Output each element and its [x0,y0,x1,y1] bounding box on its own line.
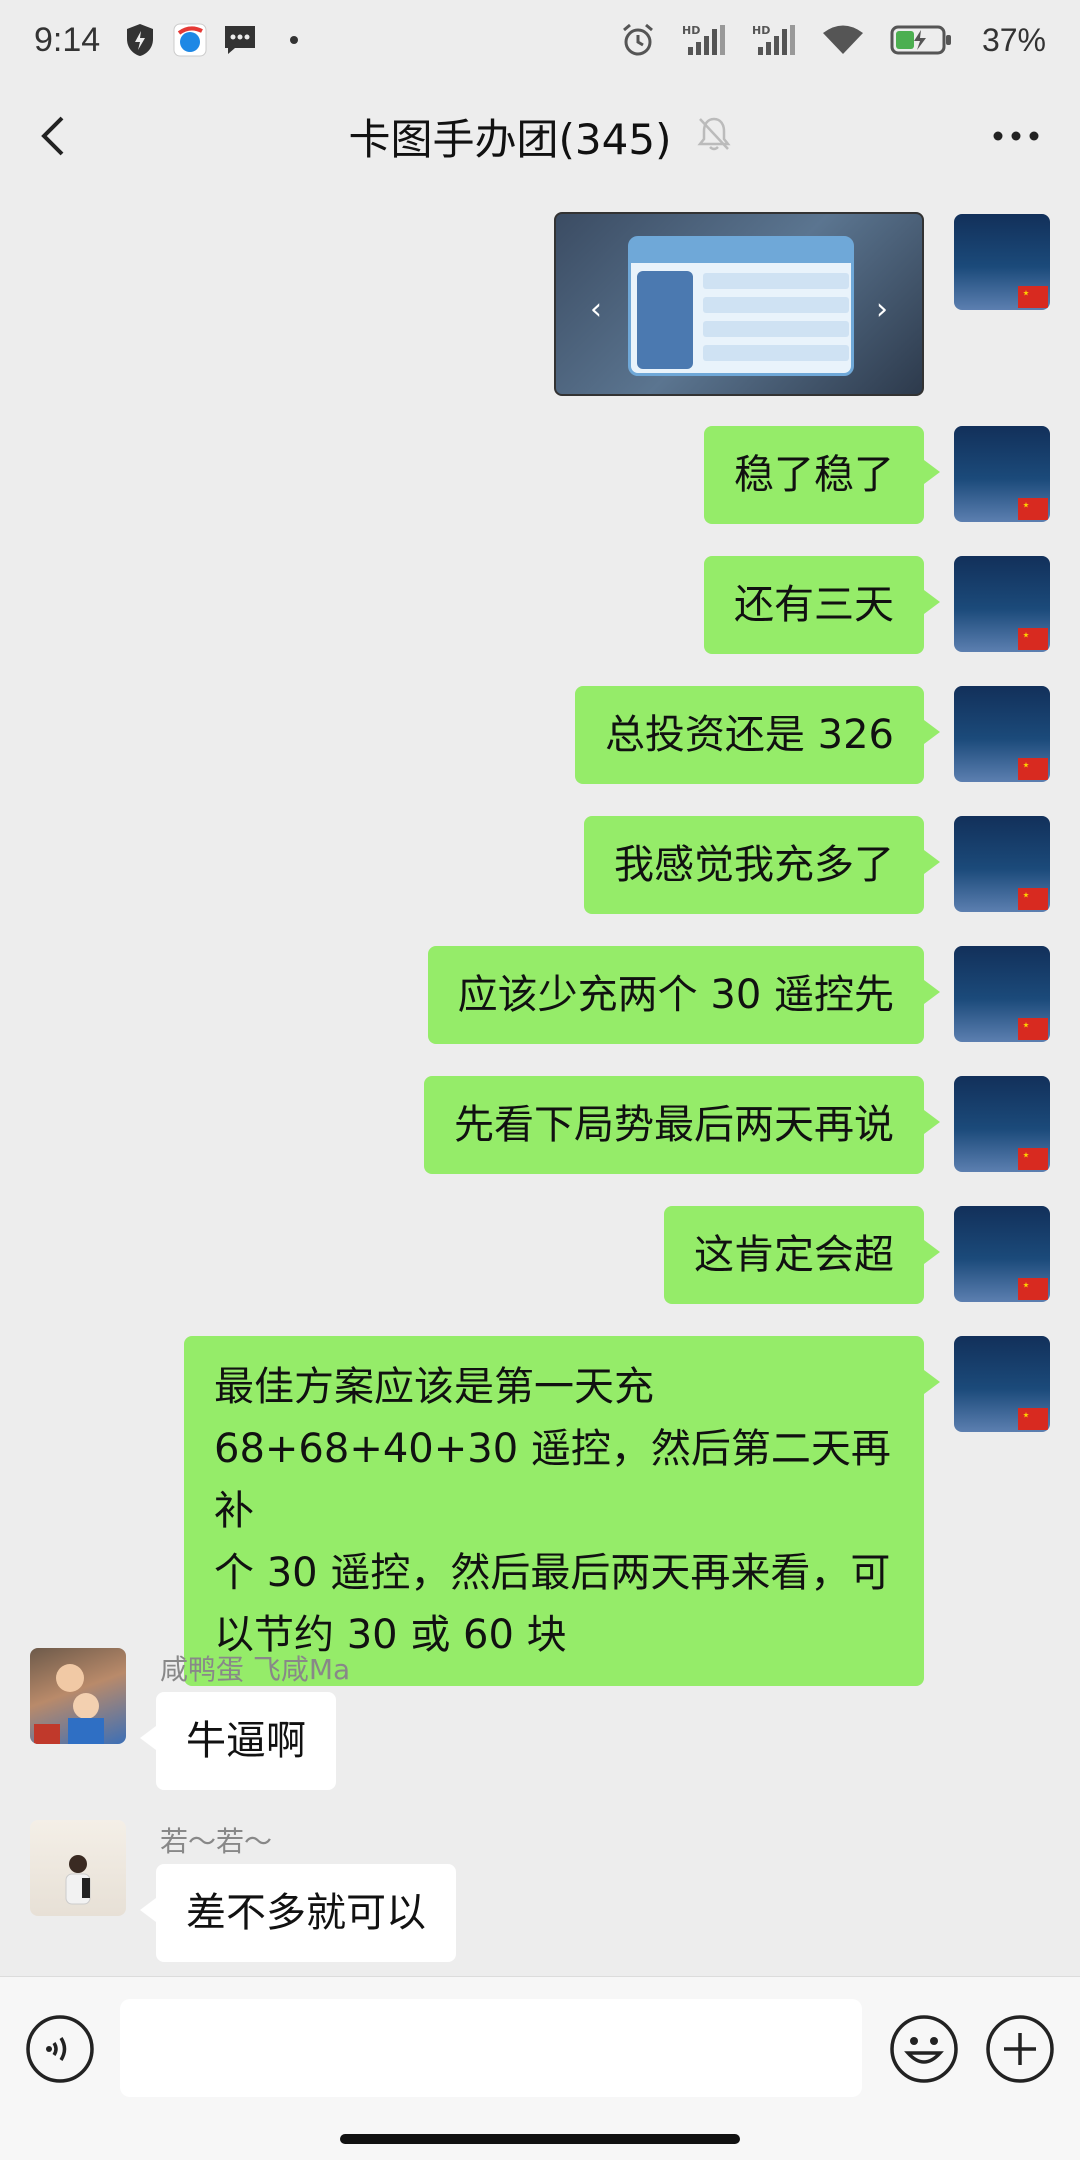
message-bubble[interactable]: 总投资还是 326 [574,686,941,784]
message-row: 还有三天 [0,556,1080,656]
flag-icon [1018,1408,1048,1430]
wifi-icon [822,22,864,58]
image-message[interactable]: ‹ › [554,212,924,396]
message-row: 应该少充两个 30 遥控先 [0,946,1080,1046]
avatar[interactable] [954,426,1050,522]
message-row: 我感觉我充多了 [0,816,1080,916]
message-line: 最佳方案应该是第一天充 [214,1364,654,1410]
avatar[interactable] [954,214,1050,310]
avatar[interactable] [954,1336,1050,1432]
avatar[interactable] [954,556,1050,652]
home-indicator[interactable] [340,2134,740,2144]
message-bubble[interactable]: 差不多就可以 [140,1864,456,1962]
chevron-left-icon: ‹ [590,292,602,327]
shield-icon [122,22,158,58]
plus-icon[interactable] [984,2013,1056,2085]
message-line: 个 30 遥控，然后最后两天再来看，可 [214,1550,891,1596]
message-bubble[interactable]: 还有三天 [704,556,940,654]
chat-message-list[interactable]: ‹ › 稳了稳了 还有三天 总投资还是 326 我感觉我充多了 应该少充两个 3… [0,192,1080,1976]
message-row: 最佳方案应该是第一天充 68+68+40+30 遥控，然后第二天再补 个 30 … [0,1336,1080,1686]
flag-icon [1018,286,1048,308]
avatar[interactable] [954,946,1050,1042]
emoji-icon[interactable] [888,2013,960,2085]
avatar[interactable] [954,1206,1050,1302]
sms-icon [222,22,258,58]
message-bubble[interactable]: 最佳方案应该是第一天充 68+68+40+30 遥控，然后第二天再补 个 30 … [184,1336,940,1686]
message-bubble[interactable]: 稳了稳了 [704,426,940,524]
message-input[interactable] [120,1999,862,2097]
avatar[interactable] [30,1820,126,1916]
notification-dot [290,36,299,44]
message-bubble[interactable]: 我感觉我充多了 [584,816,940,914]
message-row: 若～若～ 差不多就可以 [0,1820,1080,1970]
battery-icon [890,22,952,58]
svg-text:HD: HD [682,24,700,37]
hd-signal-icon: HD [752,22,796,58]
chevron-right-icon: › [876,292,888,327]
avatar[interactable] [954,1076,1050,1172]
chevron-left-icon[interactable] [28,108,84,164]
flag-icon [1018,628,1048,650]
message-bubble[interactable]: 先看下局势最后两天再说 [424,1076,940,1174]
avatar[interactable] [30,1648,126,1744]
message-row: 总投资还是 326 [0,686,1080,786]
input-bar [0,1976,1080,2160]
chat-title: 卡图手办团(345) [348,114,672,164]
browser-icon [172,22,208,58]
flag-icon [1018,1018,1048,1040]
flag-icon [1018,1148,1048,1170]
bell-off-icon [697,116,732,156]
flag-icon [1018,758,1048,780]
chat-header: 卡图手办团(345) [0,80,1080,192]
message-row: 这肯定会超 [0,1206,1080,1306]
sender-name: 咸鸭蛋 飞咸Ma [160,1653,351,1686]
svg-text:HD: HD [752,24,770,37]
flag-icon [1018,1278,1048,1300]
hd-signal-icon: HD [682,22,726,58]
flag-icon [1018,498,1048,520]
alarm-icon [620,22,656,58]
flag-icon [1018,888,1048,910]
avatar[interactable] [954,816,1050,912]
message-row: 稳了稳了 [0,426,1080,526]
message-bubble[interactable]: 这肯定会超 [664,1206,940,1304]
message-bubble[interactable]: 应该少充两个 30 遥控先 [427,946,941,1044]
battery-percent: 37% [981,21,1046,58]
more-icon[interactable] [988,116,1044,156]
title-group: 卡图手办团(345) [349,106,732,167]
sender-name: 若～若～ [160,1825,273,1858]
message-bubble[interactable]: 牛逼啊 [140,1692,336,1790]
message-row: ‹ › [0,212,1080,396]
message-row: 咸鸭蛋 飞咸Ma 牛逼啊 [0,1648,1080,1798]
status-bar: 9:14 HD HD 37% [0,0,1080,80]
avatar[interactable] [954,686,1050,782]
message-row: 先看下局势最后两天再说 [0,1076,1080,1176]
status-time: 9:14 [34,20,101,59]
game-screenshot-image [628,236,854,376]
message-line: 68+68+40+30 遥控，然后第二天再补 [214,1426,891,1534]
voice-icon[interactable] [24,2013,96,2085]
